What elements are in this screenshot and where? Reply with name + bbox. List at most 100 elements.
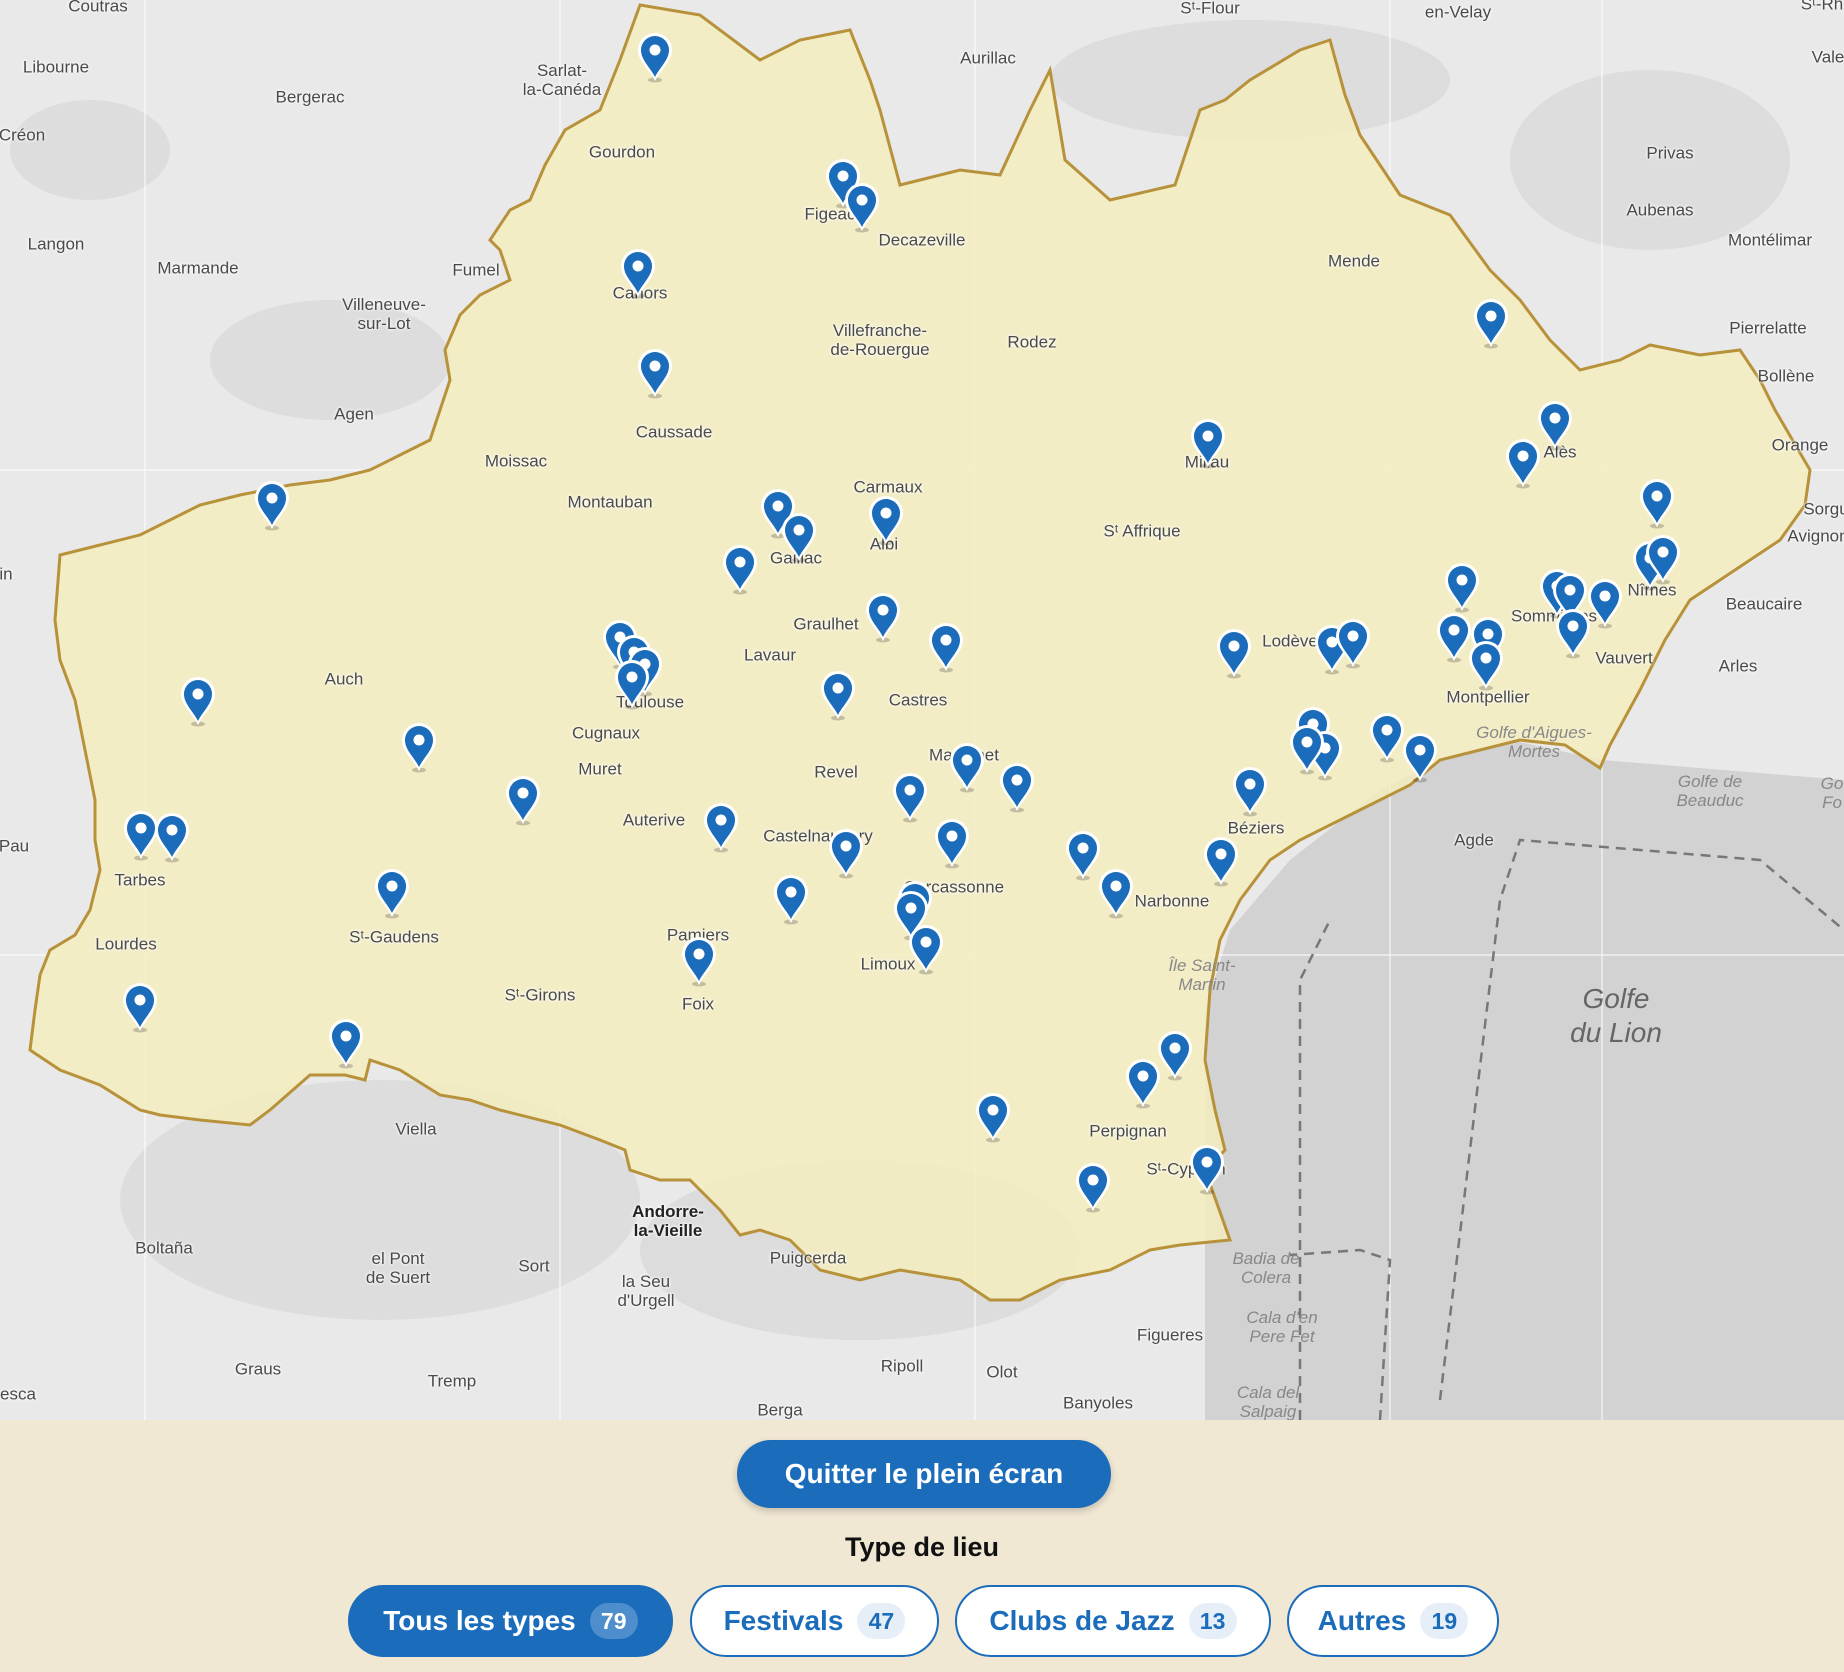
- venue-marker[interactable]: [1466, 639, 1506, 691]
- venue-marker[interactable]: [399, 721, 439, 773]
- venue-marker[interactable]: [1123, 1057, 1163, 1109]
- place-label: Gourdon: [588, 142, 656, 162]
- place-label: Muret: [578, 759, 622, 779]
- map-view[interactable]: Coutras Libourne Créon Bergerac Sarlat- …: [0, 0, 1844, 1420]
- place-label: Villeneuve- sur-Lot: [342, 295, 426, 333]
- venue-marker[interactable]: [842, 181, 882, 233]
- venue-marker[interactable]: [866, 494, 906, 546]
- place-label: Libourne: [22, 57, 90, 77]
- venue-marker[interactable]: [152, 811, 192, 863]
- venue-marker[interactable]: [1187, 1143, 1227, 1195]
- venue-marker[interactable]: [818, 669, 858, 721]
- place-label: Figueres: [1136, 1325, 1204, 1345]
- venue-marker[interactable]: [1287, 723, 1327, 775]
- venue-marker[interactable]: [1553, 607, 1593, 659]
- map-pin-icon: [893, 772, 927, 823]
- place-label: Pierrelatte: [1729, 318, 1807, 338]
- venue-marker[interactable]: [635, 347, 675, 399]
- venue-marker[interactable]: [1643, 533, 1683, 585]
- venue-marker[interactable]: [1096, 867, 1136, 919]
- place-label: Sort: [518, 1256, 550, 1276]
- venue-marker[interactable]: [826, 827, 866, 879]
- venue-marker[interactable]: [618, 247, 658, 299]
- venue-marker[interactable]: [1333, 617, 1373, 669]
- venue-marker[interactable]: [997, 761, 1037, 813]
- venue-marker[interactable]: [863, 591, 903, 643]
- venue-marker[interactable]: [973, 1091, 1013, 1143]
- place-label: Avignon: [1787, 526, 1844, 546]
- place-label: Lavaur: [744, 645, 796, 665]
- map-pin-icon: [638, 32, 672, 83]
- place-label: Pau: [0, 836, 30, 856]
- place-label: Montauban: [567, 492, 653, 512]
- map-pin-icon: [1474, 298, 1508, 349]
- filter-others[interactable]: Autres 19: [1287, 1585, 1499, 1657]
- map-pin-icon: [704, 802, 738, 853]
- map-pin-icon: [375, 868, 409, 919]
- venue-marker[interactable]: [1442, 561, 1482, 613]
- venue-marker[interactable]: [1073, 1161, 1113, 1213]
- place-label: Sᵗ-Gaudens: [349, 927, 439, 947]
- venue-marker[interactable]: [252, 479, 292, 531]
- filter-festivals[interactable]: Festivals 47: [690, 1585, 939, 1657]
- venue-marker[interactable]: [771, 873, 811, 925]
- filter-label: Clubs de Jazz: [989, 1605, 1175, 1636]
- place-label: Puigcerda: [769, 1248, 847, 1268]
- venue-marker[interactable]: [1201, 835, 1241, 887]
- venue-marker[interactable]: [1503, 437, 1543, 489]
- place-label: el Pont de Suert: [365, 1249, 431, 1287]
- filter-count-badge: 19: [1420, 1603, 1469, 1639]
- map-pin-icon: [255, 480, 289, 531]
- venue-marker[interactable]: [1214, 627, 1254, 679]
- exit-fullscreen-button[interactable]: Quitter le plein écran: [737, 1440, 1111, 1508]
- venue-marker[interactable]: [947, 741, 987, 793]
- map-pin-icon: [909, 924, 943, 975]
- venue-marker[interactable]: [1188, 417, 1228, 469]
- filter-all-types[interactable]: Tous les types 79: [348, 1585, 673, 1657]
- venue-marker[interactable]: [932, 817, 972, 869]
- map-pin-icon: [1233, 766, 1267, 817]
- filter-label: Festivals: [723, 1605, 844, 1636]
- venue-marker[interactable]: [779, 511, 819, 563]
- place-label: Rodez: [1007, 332, 1057, 352]
- place-label: Moissac: [484, 451, 548, 471]
- venue-marker[interactable]: [679, 935, 719, 987]
- venue-marker[interactable]: [503, 774, 543, 826]
- place-label: Auterive: [622, 810, 686, 830]
- place-label: Cugnaux: [571, 723, 641, 743]
- place-label: Vauvert: [1595, 648, 1653, 668]
- venue-marker[interactable]: [701, 801, 741, 853]
- venue-marker[interactable]: [1230, 765, 1270, 817]
- venue-marker[interactable]: [720, 543, 760, 595]
- map-pin-icon: [1336, 618, 1370, 669]
- map-pin-icon: [1469, 640, 1503, 691]
- place-label: Boltaña: [135, 1238, 193, 1258]
- venue-marker[interactable]: [635, 31, 675, 83]
- filter-jazz-clubs[interactable]: Clubs de Jazz 13: [955, 1585, 1271, 1657]
- venue-marker[interactable]: [1471, 297, 1511, 349]
- place-label: Marmande: [157, 258, 239, 278]
- map-pin-icon: [929, 622, 963, 673]
- place-label: Agen: [334, 404, 374, 424]
- place-label: Graulhet: [793, 614, 859, 634]
- place-label: Montélimar: [1727, 230, 1813, 250]
- map-pin-icon: [1556, 608, 1590, 659]
- venue-marker[interactable]: [890, 771, 930, 823]
- place-label: Golfe de Beauduc: [1676, 772, 1744, 810]
- venue-marker[interactable]: [926, 621, 966, 673]
- place-label: Orange: [1771, 435, 1829, 455]
- filter-label: Tous les types: [383, 1605, 576, 1636]
- venue-marker[interactable]: [1637, 477, 1677, 529]
- venue-marker[interactable]: [372, 867, 412, 919]
- venue-marker[interactable]: [120, 981, 160, 1033]
- map-pin-icon: [1126, 1058, 1160, 1109]
- filter-count-badge: 13: [1188, 1603, 1237, 1639]
- venue-marker[interactable]: [326, 1017, 366, 1069]
- venue-marker[interactable]: [906, 923, 946, 975]
- venue-marker[interactable]: [1400, 731, 1440, 783]
- venue-marker[interactable]: [612, 658, 652, 710]
- map-pin-icon: [1290, 724, 1324, 775]
- map-pin-icon: [123, 982, 157, 1033]
- map-pin-icon: [638, 348, 672, 399]
- venue-marker[interactable]: [178, 675, 218, 727]
